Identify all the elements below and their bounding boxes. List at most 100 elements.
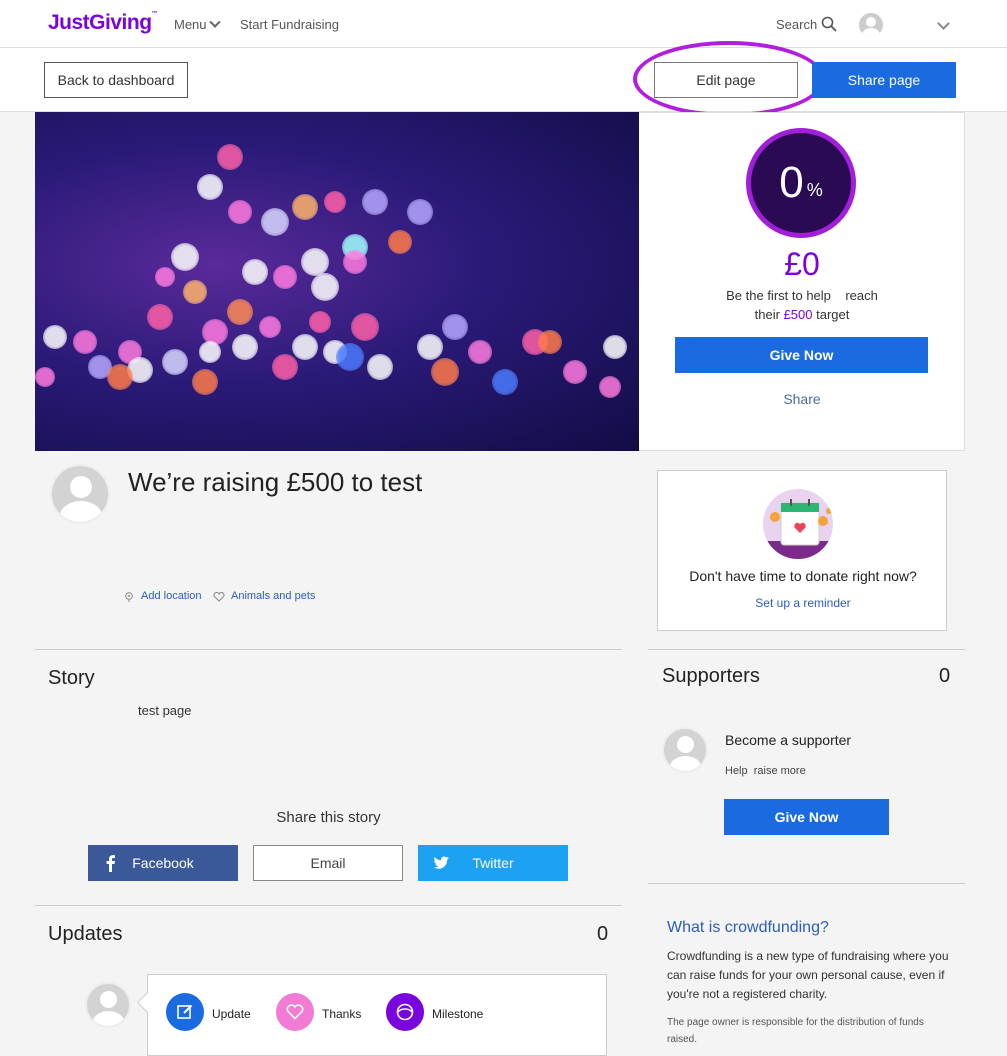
- bokeh-light: [292, 194, 318, 220]
- story-text: test page: [138, 703, 192, 718]
- bokeh-light: [147, 304, 173, 330]
- reminder-text: Don't have time to donate right now?: [689, 568, 917, 584]
- bokeh-light: [35, 367, 55, 387]
- story-heading: Story: [48, 667, 95, 689]
- facebook-share-button[interactable]: Facebook: [88, 845, 238, 881]
- milestone-button[interactable]: [386, 993, 424, 1031]
- progress-ring: 0%: [746, 128, 856, 238]
- target-line-1: Be the first to help reach: [726, 288, 878, 303]
- menu-label: Menu: [174, 17, 207, 32]
- email-share-button[interactable]: Email: [253, 845, 403, 881]
- bokeh-light: [309, 311, 331, 333]
- updates-count: 0: [597, 923, 609, 945]
- bokeh-light: [217, 144, 243, 170]
- bokeh-light: [362, 189, 388, 215]
- progress-panel: 0% £0 Be the first to help reach their £…: [639, 112, 965, 451]
- bokeh-light: [171, 243, 199, 271]
- bokeh-light: [197, 174, 223, 200]
- facebook-label: Facebook: [132, 855, 194, 871]
- start-fundraising-link[interactable]: Start Fundraising: [240, 17, 339, 32]
- heart-icon: [213, 592, 225, 602]
- bokeh-light: [301, 248, 329, 276]
- bokeh-light: [162, 349, 188, 375]
- supporter-avatar: [662, 727, 708, 773]
- target-line-2: their £500 target: [754, 307, 850, 322]
- bokeh-light: [492, 369, 518, 395]
- bokeh-light: [431, 358, 459, 386]
- milestone-label[interactable]: Milestone: [432, 1007, 483, 1021]
- user-avatar[interactable]: [859, 13, 883, 37]
- crowdfunding-title[interactable]: What is crowdfunding?: [667, 919, 829, 937]
- bokeh-light: [107, 364, 133, 390]
- bokeh-light: [242, 259, 268, 285]
- bokeh-light: [343, 250, 367, 274]
- bokeh-light: [199, 341, 221, 363]
- crowdfunding-body: Crowdfunding is a new type of fundraisin…: [667, 949, 949, 1001]
- divider: [648, 883, 965, 884]
- top-nav: JustGiving™ Menu Start Fundraising Searc…: [0, 0, 1007, 48]
- bokeh-light: [259, 316, 281, 338]
- twitter-share-button[interactable]: Twitter: [418, 845, 568, 881]
- crowdfunding-note: The page owner is responsible for the di…: [667, 1017, 924, 1045]
- help-raise-text: Help raise more: [725, 765, 806, 777]
- thanks-label[interactable]: Thanks: [322, 1007, 361, 1021]
- owner-avatar: [85, 982, 131, 1028]
- chevron-down-icon[interactable]: [937, 17, 950, 30]
- twitter-label: Twitter: [472, 855, 514, 871]
- bokeh-light: [43, 325, 67, 349]
- bokeh-light: [227, 299, 253, 325]
- supporters-count: 0: [939, 665, 951, 687]
- bokeh-light: [311, 273, 339, 301]
- set-reminder-link[interactable]: Set up a reminder: [658, 596, 948, 610]
- share-story-heading: Share this story: [276, 809, 381, 826]
- highlight-annotation: [633, 41, 825, 117]
- bokeh-light: [351, 313, 379, 341]
- search-icon[interactable]: [821, 16, 837, 32]
- bokeh-light: [292, 334, 318, 360]
- page-action-bar: Back to dashboard Edit page Share page: [0, 41, 1007, 117]
- bokeh-light: [603, 335, 627, 359]
- share-link[interactable]: Share: [639, 391, 965, 407]
- thanks-button[interactable]: [276, 993, 314, 1031]
- progress-percent: 0: [779, 158, 804, 207]
- edit-icon: [177, 1004, 193, 1019]
- back-to-dashboard-button[interactable]: Back to dashboard: [44, 62, 188, 98]
- search-link[interactable]: Search: [776, 17, 817, 32]
- bokeh-light: [228, 200, 252, 224]
- page-title: We’re raising £500 to test: [128, 467, 423, 497]
- share-page-button[interactable]: Share page: [812, 62, 956, 98]
- twitter-icon: [433, 856, 449, 869]
- owner-avatar: [50, 464, 110, 524]
- update-button[interactable]: [166, 993, 204, 1031]
- amount-raised: £0: [784, 246, 820, 282]
- calendar-illustration: [763, 489, 833, 559]
- bokeh-light: [273, 265, 297, 289]
- give-now-button[interactable]: Give Now: [675, 337, 928, 373]
- bokeh-light: [417, 334, 443, 360]
- reminder-card: Don't have time to donate right now? Set…: [657, 470, 947, 631]
- bokeh-light: [407, 199, 433, 225]
- bokeh-light: [367, 354, 393, 380]
- bokeh-light: [192, 369, 218, 395]
- chevron-down-icon: [208, 16, 221, 28]
- bokeh-light: [599, 376, 621, 398]
- category-link[interactable]: Animals and pets: [231, 590, 315, 602]
- become-supporter-title: Become a supporter: [725, 732, 852, 748]
- bokeh-light: [324, 191, 346, 213]
- add-location-link[interactable]: Add location: [141, 590, 202, 602]
- bokeh-light: [388, 230, 412, 254]
- menu-dropdown[interactable]: Menu: [174, 16, 221, 32]
- update-label[interactable]: Update: [212, 1007, 251, 1021]
- cover-image: [35, 112, 639, 451]
- give-now-button[interactable]: Give Now: [724, 799, 889, 835]
- updates-heading: Updates: [48, 923, 123, 945]
- bokeh-light: [261, 208, 289, 236]
- justgiving-logo[interactable]: JustGiving™: [48, 11, 157, 35]
- bokeh-light: [183, 280, 207, 304]
- bokeh-light: [232, 334, 258, 360]
- milestone-icon: [396, 1003, 414, 1021]
- divider: [648, 649, 965, 650]
- divider: [35, 649, 622, 650]
- bokeh-light: [73, 330, 97, 354]
- location-pin-icon: [125, 592, 133, 602]
